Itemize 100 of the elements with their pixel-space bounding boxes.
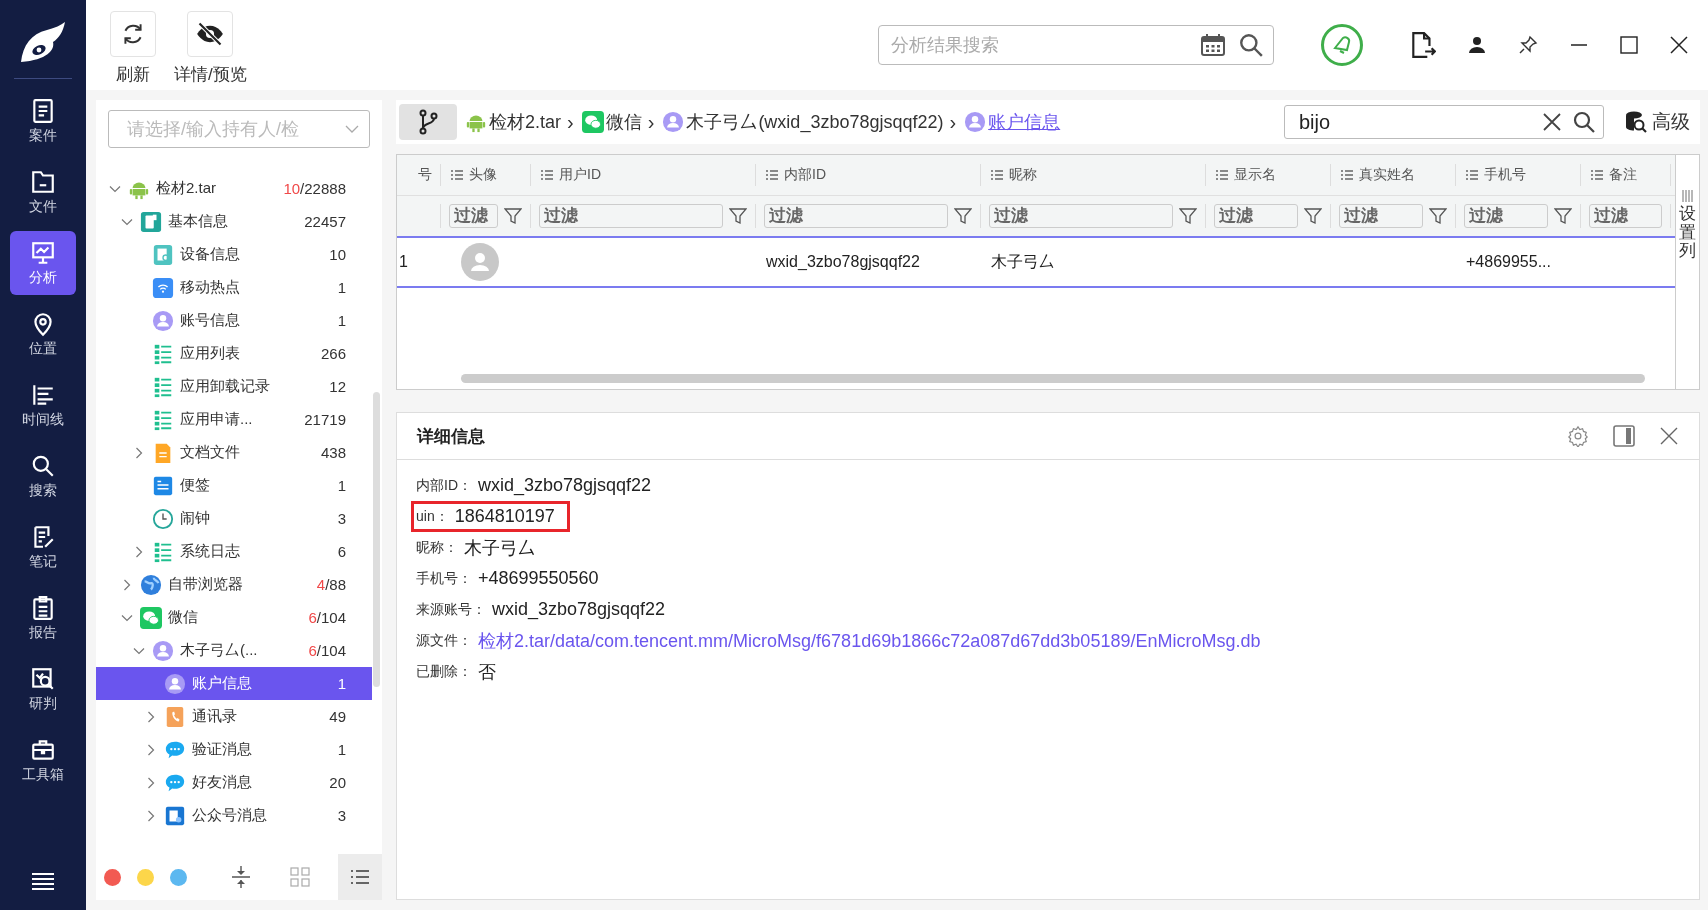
column-header[interactable]: 手机号: [1456, 164, 1581, 186]
owner-select[interactable]: 请选择/输入持有人/检: [108, 110, 370, 148]
breadcrumb-link[interactable]: 检材2.tar: [489, 110, 562, 134]
list-icon: [1341, 170, 1353, 180]
search-icon[interactable]: [1572, 110, 1596, 134]
chat-bubbles-icon: [581, 111, 604, 133]
nav-item[interactable]: 报告: [10, 586, 76, 650]
breadcrumb-link[interactable]: 木子弓厶(wxid_3zbo78gjsqqf22): [686, 110, 944, 134]
breadcrumb-link[interactable]: 账户信息: [988, 110, 1061, 134]
report-icon: [30, 594, 56, 621]
color-filter-dot[interactable]: [136, 868, 154, 886]
tree-item[interactable]: 应用卸载记录 12: [96, 370, 372, 403]
item-count: 6/104: [308, 609, 346, 626]
field-label: 昵称：: [416, 538, 458, 557]
tree-item[interactable]: 验证消息 1: [96, 733, 372, 766]
filter-field[interactable]: 过滤: [1214, 204, 1298, 228]
nav-item[interactable]: 分析: [10, 231, 76, 295]
nav-item[interactable]: 案件: [10, 89, 76, 153]
item-count: 266: [320, 345, 346, 362]
column-header[interactable]: 用户ID: [531, 164, 756, 186]
filter-icon[interactable]: [504, 207, 522, 225]
color-filter-dot[interactable]: [104, 868, 121, 886]
nav-item[interactable]: 位置: [10, 302, 76, 366]
table-cell-text: 木子弓厶: [991, 251, 1055, 272]
column-settings-button[interactable]: 设置列: [1675, 155, 1699, 389]
filter-field[interactable]: 过滤: [989, 204, 1173, 228]
filter-field[interactable]: 过滤: [764, 204, 948, 228]
tree-item[interactable]: 账户信息 1: [96, 667, 372, 700]
item-count: 1: [337, 675, 346, 692]
nav-item[interactable]: 笔记: [10, 515, 76, 579]
clipboard-icon: [30, 97, 56, 124]
clear-icon[interactable]: [1542, 112, 1562, 132]
tree-item[interactable]: 自带浏览器 4/88: [96, 568, 372, 601]
column-header[interactable]: 内部ID: [756, 164, 981, 186]
tree-label: 基本信息: [168, 212, 229, 231]
tree-item[interactable]: 移动热点 1: [96, 271, 372, 304]
search-icon[interactable]: [1238, 32, 1264, 58]
user-icon: [662, 111, 685, 133]
column-header[interactable]: 显示名: [1206, 164, 1331, 186]
branch-button[interactable]: [399, 104, 457, 140]
export-icon[interactable]: [1410, 31, 1436, 59]
filter-icon[interactable]: [729, 207, 747, 225]
column-header[interactable]: 真实姓名: [1331, 164, 1456, 186]
search-field[interactable]: bijo: [1284, 105, 1604, 139]
table-row[interactable]: 1 wxid_3zbo78gjsqqf22 木子弓厶 +4869955...: [397, 236, 1675, 288]
tree-item[interactable]: 微信 6/104: [96, 601, 372, 634]
breadcrumb-link[interactable]: 微信: [605, 110, 642, 134]
pin-icon[interactable]: [1518, 35, 1538, 55]
filter-icon[interactable]: [1554, 207, 1572, 225]
calendar-icon[interactable]: [1200, 33, 1226, 57]
tree-item[interactable]: 账号信息 1: [96, 304, 372, 337]
list-view-button[interactable]: [338, 854, 382, 900]
tree-item[interactable]: 系统日志 6: [96, 535, 372, 568]
bell-icon[interactable]: [1320, 23, 1364, 67]
filter-field[interactable]: 过滤: [1339, 204, 1423, 228]
user-icon[interactable]: [1468, 36, 1486, 54]
scrollbar[interactable]: [461, 374, 1645, 383]
column-header[interactable]: 昵称: [981, 164, 1206, 186]
filter-field[interactable]: 过滤: [1589, 204, 1662, 228]
tree-item[interactable]: 应用申请... 21719: [96, 403, 372, 436]
field-value: wxid_3zbo78gjsqqf22: [492, 599, 666, 620]
filter-icon[interactable]: [1429, 207, 1447, 225]
settings-icon[interactable]: [1567, 425, 1589, 447]
tree-item[interactable]: 应用列表 266: [96, 337, 372, 370]
tree-item[interactable]: 木子弓厶(... 6/104: [96, 634, 372, 667]
tree-item[interactable]: 通讯录 49: [96, 700, 372, 733]
tree-item[interactable]: 基本信息 22457: [96, 205, 372, 238]
tree-item[interactable]: 文档文件 438: [96, 436, 372, 469]
preview-toggle-button[interactable]: 详情/预览: [174, 10, 247, 86]
nav-item[interactable]: 时间线: [10, 373, 76, 437]
filter-icon[interactable]: [1179, 207, 1197, 225]
menu-icon[interactable]: [31, 872, 55, 890]
side-panel-icon[interactable]: [1613, 425, 1635, 447]
column-header[interactable]: 号: [397, 164, 441, 186]
scrollbar[interactable]: [373, 392, 380, 687]
tree-item[interactable]: 闹钟 3: [96, 502, 372, 535]
tree-item[interactable]: 检材2.tar 10/22888: [96, 172, 372, 205]
nav-item[interactable]: 文件: [10, 160, 76, 224]
column-header[interactable]: 备注: [1581, 164, 1671, 186]
list-icon: [152, 342, 174, 365]
tree-item[interactable]: 便签 1: [96, 469, 372, 502]
maximize-icon[interactable]: [1620, 36, 1638, 54]
tree-item[interactable]: 好友消息 20: [96, 766, 372, 799]
nav-item[interactable]: 研判: [10, 657, 76, 721]
close-icon[interactable]: [1670, 36, 1688, 54]
filter-icon[interactable]: [954, 207, 972, 225]
color-filter-dot[interactable]: [169, 868, 187, 886]
advanced-search-button[interactable]: 高级: [1624, 109, 1690, 135]
search-field[interactable]: 分析结果搜索: [878, 25, 1274, 65]
filter-field[interactable]: 过滤: [1464, 204, 1548, 228]
nav-item[interactable]: 工具箱: [10, 728, 76, 792]
tree-label: 公众号消息: [192, 806, 268, 825]
filter-icon[interactable]: [1304, 207, 1322, 225]
filter-field[interactable]: 过滤: [449, 204, 498, 228]
column-header[interactable]: 头像: [441, 164, 531, 186]
filter-field[interactable]: 过滤: [539, 204, 723, 228]
nav-item[interactable]: 搜索: [10, 444, 76, 508]
tree-item[interactable]: 设备信息 10: [96, 238, 372, 271]
file-path-link[interactable]: 检材2.tar/data/com.tencent.mm/MicroMsg/f6781d69b1866c72a087d67dd3b05189/EnMicroMsg.db: [478, 628, 1261, 653]
tree-item[interactable]: 公众号消息 3: [96, 799, 372, 832]
